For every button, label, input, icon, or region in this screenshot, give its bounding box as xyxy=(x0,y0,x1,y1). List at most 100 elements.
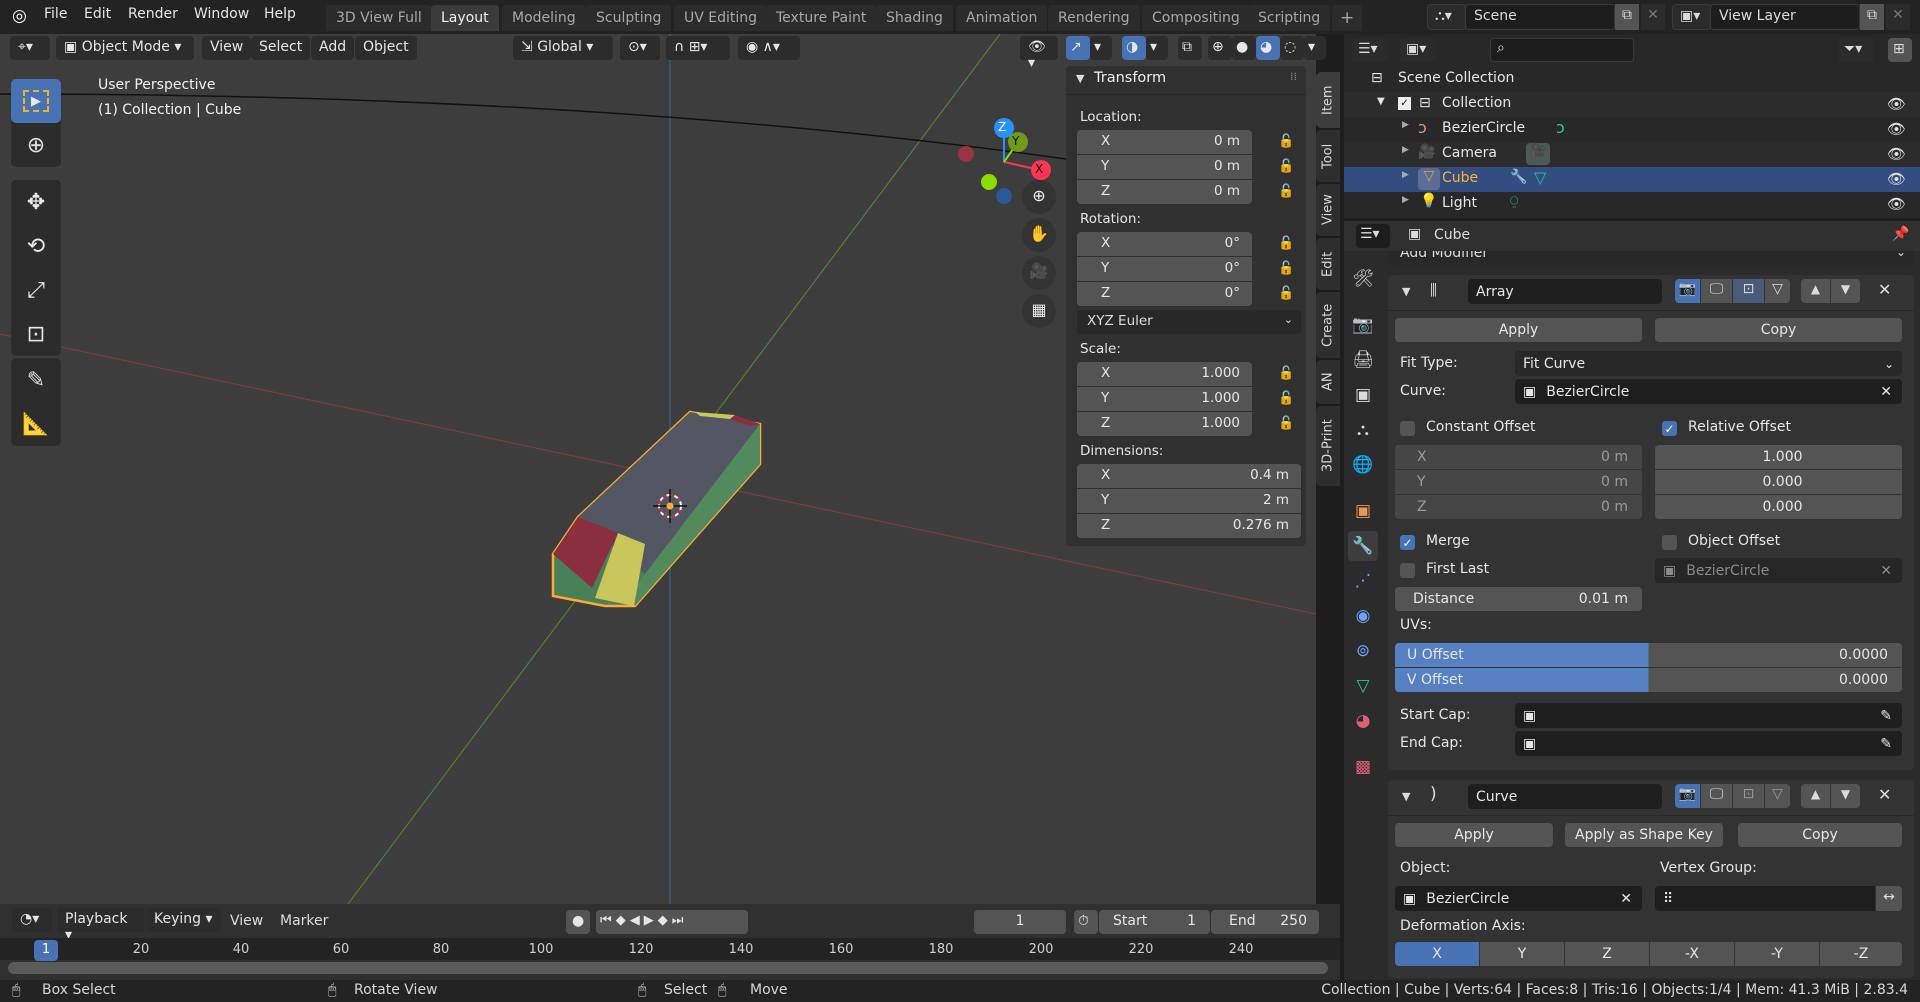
texture-properties-tab[interactable]: ▩ xyxy=(1348,752,1378,782)
view-layer-selector[interactable]: ▣▾ xyxy=(1672,4,1712,30)
proportional-edit-toggle[interactable]: ◉ ∧▾ xyxy=(738,36,800,60)
render-properties-tab[interactable]: 📷 xyxy=(1348,310,1378,340)
expand-arrow-icon[interactable]: ▶ xyxy=(1402,145,1409,155)
curve-copy-button[interactable]: Copy xyxy=(1738,823,1902,847)
lock-icon[interactable]: 🔓 xyxy=(1278,366,1294,381)
sidebar-tab-create[interactable]: Create xyxy=(1316,292,1340,358)
scale-y-field[interactable]: Y 1.000 xyxy=(1077,387,1252,411)
timeline-editor-type[interactable]: ◔▾ xyxy=(12,908,52,932)
rotation-y-field[interactable]: Y 0° xyxy=(1077,257,1252,281)
editor-type-button[interactable]: ⌖▾ xyxy=(10,36,50,60)
dimensions-y-field[interactable]: Y2 m xyxy=(1077,489,1301,513)
curve-object-field[interactable]: ▣ BezierCircle ✕ xyxy=(1515,379,1902,404)
display-mode-dropdown[interactable]: ▣▾ xyxy=(1400,38,1436,62)
array-apply-button[interactable]: Apply xyxy=(1395,318,1642,342)
scale-z-field[interactable]: Z 1.000 xyxy=(1077,412,1252,436)
menu-help[interactable]: Help xyxy=(264,6,296,22)
visibility-eye-icon[interactable]: 👁 xyxy=(1887,120,1906,138)
axis-neg-y-button[interactable]: -Y xyxy=(1735,942,1819,966)
overlays-toggle[interactable]: ◑ xyxy=(1122,36,1146,60)
tab-modeling[interactable]: Modeling xyxy=(502,5,586,31)
shading-material[interactable]: ◕ xyxy=(1256,36,1280,60)
overlays-dropdown[interactable]: ▾ xyxy=(1146,36,1168,60)
new-scene-icon[interactable]: ⧉ xyxy=(1615,4,1639,30)
menu-file[interactable]: File xyxy=(44,6,67,22)
visibility-eye-icon[interactable]: 👁 xyxy=(1887,170,1906,188)
sidebar-tab-view[interactable]: View xyxy=(1316,184,1340,236)
camera-view-icon[interactable]: 🎥 xyxy=(1022,256,1056,290)
menu-edit[interactable]: Edit xyxy=(84,6,111,22)
gizmo-z-label[interactable]: Z xyxy=(998,120,1006,134)
gizmo-dropdown[interactable]: ▾ xyxy=(1090,36,1112,60)
scale-tool[interactable]: ⤢ xyxy=(11,268,61,312)
show-editmode-toggle[interactable]: ⊡ xyxy=(1733,279,1764,303)
expand-arrow-icon[interactable]: ▼ xyxy=(1377,96,1385,107)
invert-vertex-group-icon[interactable]: ↔ xyxy=(1876,886,1902,911)
axis-neg-z-button[interactable]: -Z xyxy=(1820,942,1902,966)
camera-data-icon[interactable]: 🎥 xyxy=(1526,143,1550,165)
end-cap-field[interactable]: ▣ ✎ xyxy=(1515,731,1902,756)
menu-render[interactable]: Render xyxy=(128,6,178,22)
move-tool[interactable]: ✥ xyxy=(11,180,61,224)
tab-shading[interactable]: Shading xyxy=(876,5,953,31)
move-down-button[interactable]: ▼ xyxy=(1831,279,1860,303)
object-menu[interactable]: Object xyxy=(355,36,417,60)
playback-controls[interactable]: ⏮◆◀▶◆⏭ xyxy=(596,910,748,934)
tab-rendering[interactable]: Rendering xyxy=(1048,5,1140,31)
array-copy-button[interactable]: Copy xyxy=(1655,318,1902,342)
curve-object-field[interactable]: ▣ BezierCircle ✕ xyxy=(1395,886,1642,911)
constant-offset-y[interactable]: Y0 m xyxy=(1395,470,1642,494)
axis-x-button[interactable]: X xyxy=(1395,942,1479,966)
first-last-checkbox[interactable] xyxy=(1400,563,1415,578)
mode-dropdown[interactable]: ▣ Object Mode ▾ xyxy=(56,36,194,60)
v-offset-slider[interactable]: V Offset 0.0000 xyxy=(1395,668,1902,692)
lock-icon[interactable]: 🔓 xyxy=(1278,159,1294,174)
new-view-layer-icon[interactable]: ⧉ xyxy=(1860,4,1884,30)
sidebar-tab-edit[interactable]: Edit xyxy=(1316,238,1340,290)
filter-dropdown[interactable]: ⏷▾ xyxy=(1838,38,1874,62)
visibility-eye-icon[interactable]: 👁 xyxy=(1887,195,1906,213)
output-properties-tab[interactable]: 🖨 xyxy=(1348,345,1378,375)
relative-offset-z[interactable]: 0.000 xyxy=(1655,495,1902,519)
rotate-tool[interactable]: ⟲ xyxy=(11,224,61,268)
start-cap-field[interactable]: ▣ ✎ xyxy=(1515,703,1902,728)
show-viewport-toggle[interactable]: 🖵 xyxy=(1701,784,1732,808)
expand-arrow-icon[interactable]: ▶ xyxy=(1402,170,1409,180)
collapse-arrow-icon[interactable]: ▼ xyxy=(1402,790,1410,803)
outliner-item-cube[interactable]: ▶ ▽ Cube 🔧 ▽ 👁 xyxy=(1344,167,1920,192)
lock-icon[interactable]: 🔓 xyxy=(1278,391,1294,406)
new-collection-icon[interactable]: ⊞ xyxy=(1888,38,1912,62)
pin-icon[interactable]: 📌 xyxy=(1892,226,1909,242)
zoom-icon[interactable]: ⊕ xyxy=(1022,180,1056,214)
relative-offset-x[interactable]: 1.000 xyxy=(1655,445,1902,469)
add-workspace-button[interactable]: + xyxy=(1332,5,1363,31)
apply-as-shape-key-button[interactable]: Apply as Shape Key xyxy=(1565,823,1723,847)
move-up-button[interactable]: ▲ xyxy=(1801,784,1830,808)
outliner-collection[interactable]: ▼ ✓ ⊟ Collection 👁 xyxy=(1344,92,1920,117)
select-menu[interactable]: Select xyxy=(251,36,311,60)
properties-editor-type[interactable]: ☰▾ xyxy=(1356,224,1390,248)
view-layer-name-field[interactable]: View Layer xyxy=(1710,4,1860,30)
collapse-arrow-icon[interactable]: ▼ xyxy=(1402,285,1410,298)
show-on-cage-toggle[interactable]: ▽ xyxy=(1765,784,1790,808)
keying-menu[interactable]: Keying ▾ xyxy=(146,908,222,932)
tab-compositing[interactable]: Compositing xyxy=(1142,5,1250,31)
current-frame-field[interactable]: 1 xyxy=(974,910,1066,934)
show-viewport-toggle[interactable]: 🖵 xyxy=(1701,279,1732,303)
shading-wireframe[interactable]: ⊕ xyxy=(1208,36,1232,60)
constant-offset-checkbox[interactable] xyxy=(1400,421,1415,436)
drag-handle-icon[interactable]: ⁞⁞ xyxy=(1290,70,1297,83)
lock-icon[interactable]: 🔓 xyxy=(1278,416,1294,431)
show-on-cage-toggle[interactable]: ▽ xyxy=(1765,279,1790,303)
tab-scripting[interactable]: Scripting xyxy=(1248,5,1331,31)
sidebar-tab-an[interactable]: AN xyxy=(1316,360,1340,404)
curve-data-icon[interactable]: ↄ xyxy=(1556,118,1565,137)
collection-checkbox[interactable]: ✓ xyxy=(1398,97,1411,110)
blender-logo-icon[interactable]: ◎ xyxy=(12,6,27,26)
menu-window[interactable]: Window xyxy=(194,6,249,22)
constraints-properties-tab[interactable]: ⊚ xyxy=(1348,636,1378,666)
rotation-x-field[interactable]: X 0° xyxy=(1077,232,1252,256)
axis-y-button[interactable]: Y xyxy=(1480,942,1564,966)
delete-scene-icon[interactable]: ✕ xyxy=(1641,4,1665,30)
outliner-editor-type[interactable]: ☰▾ xyxy=(1352,38,1388,62)
